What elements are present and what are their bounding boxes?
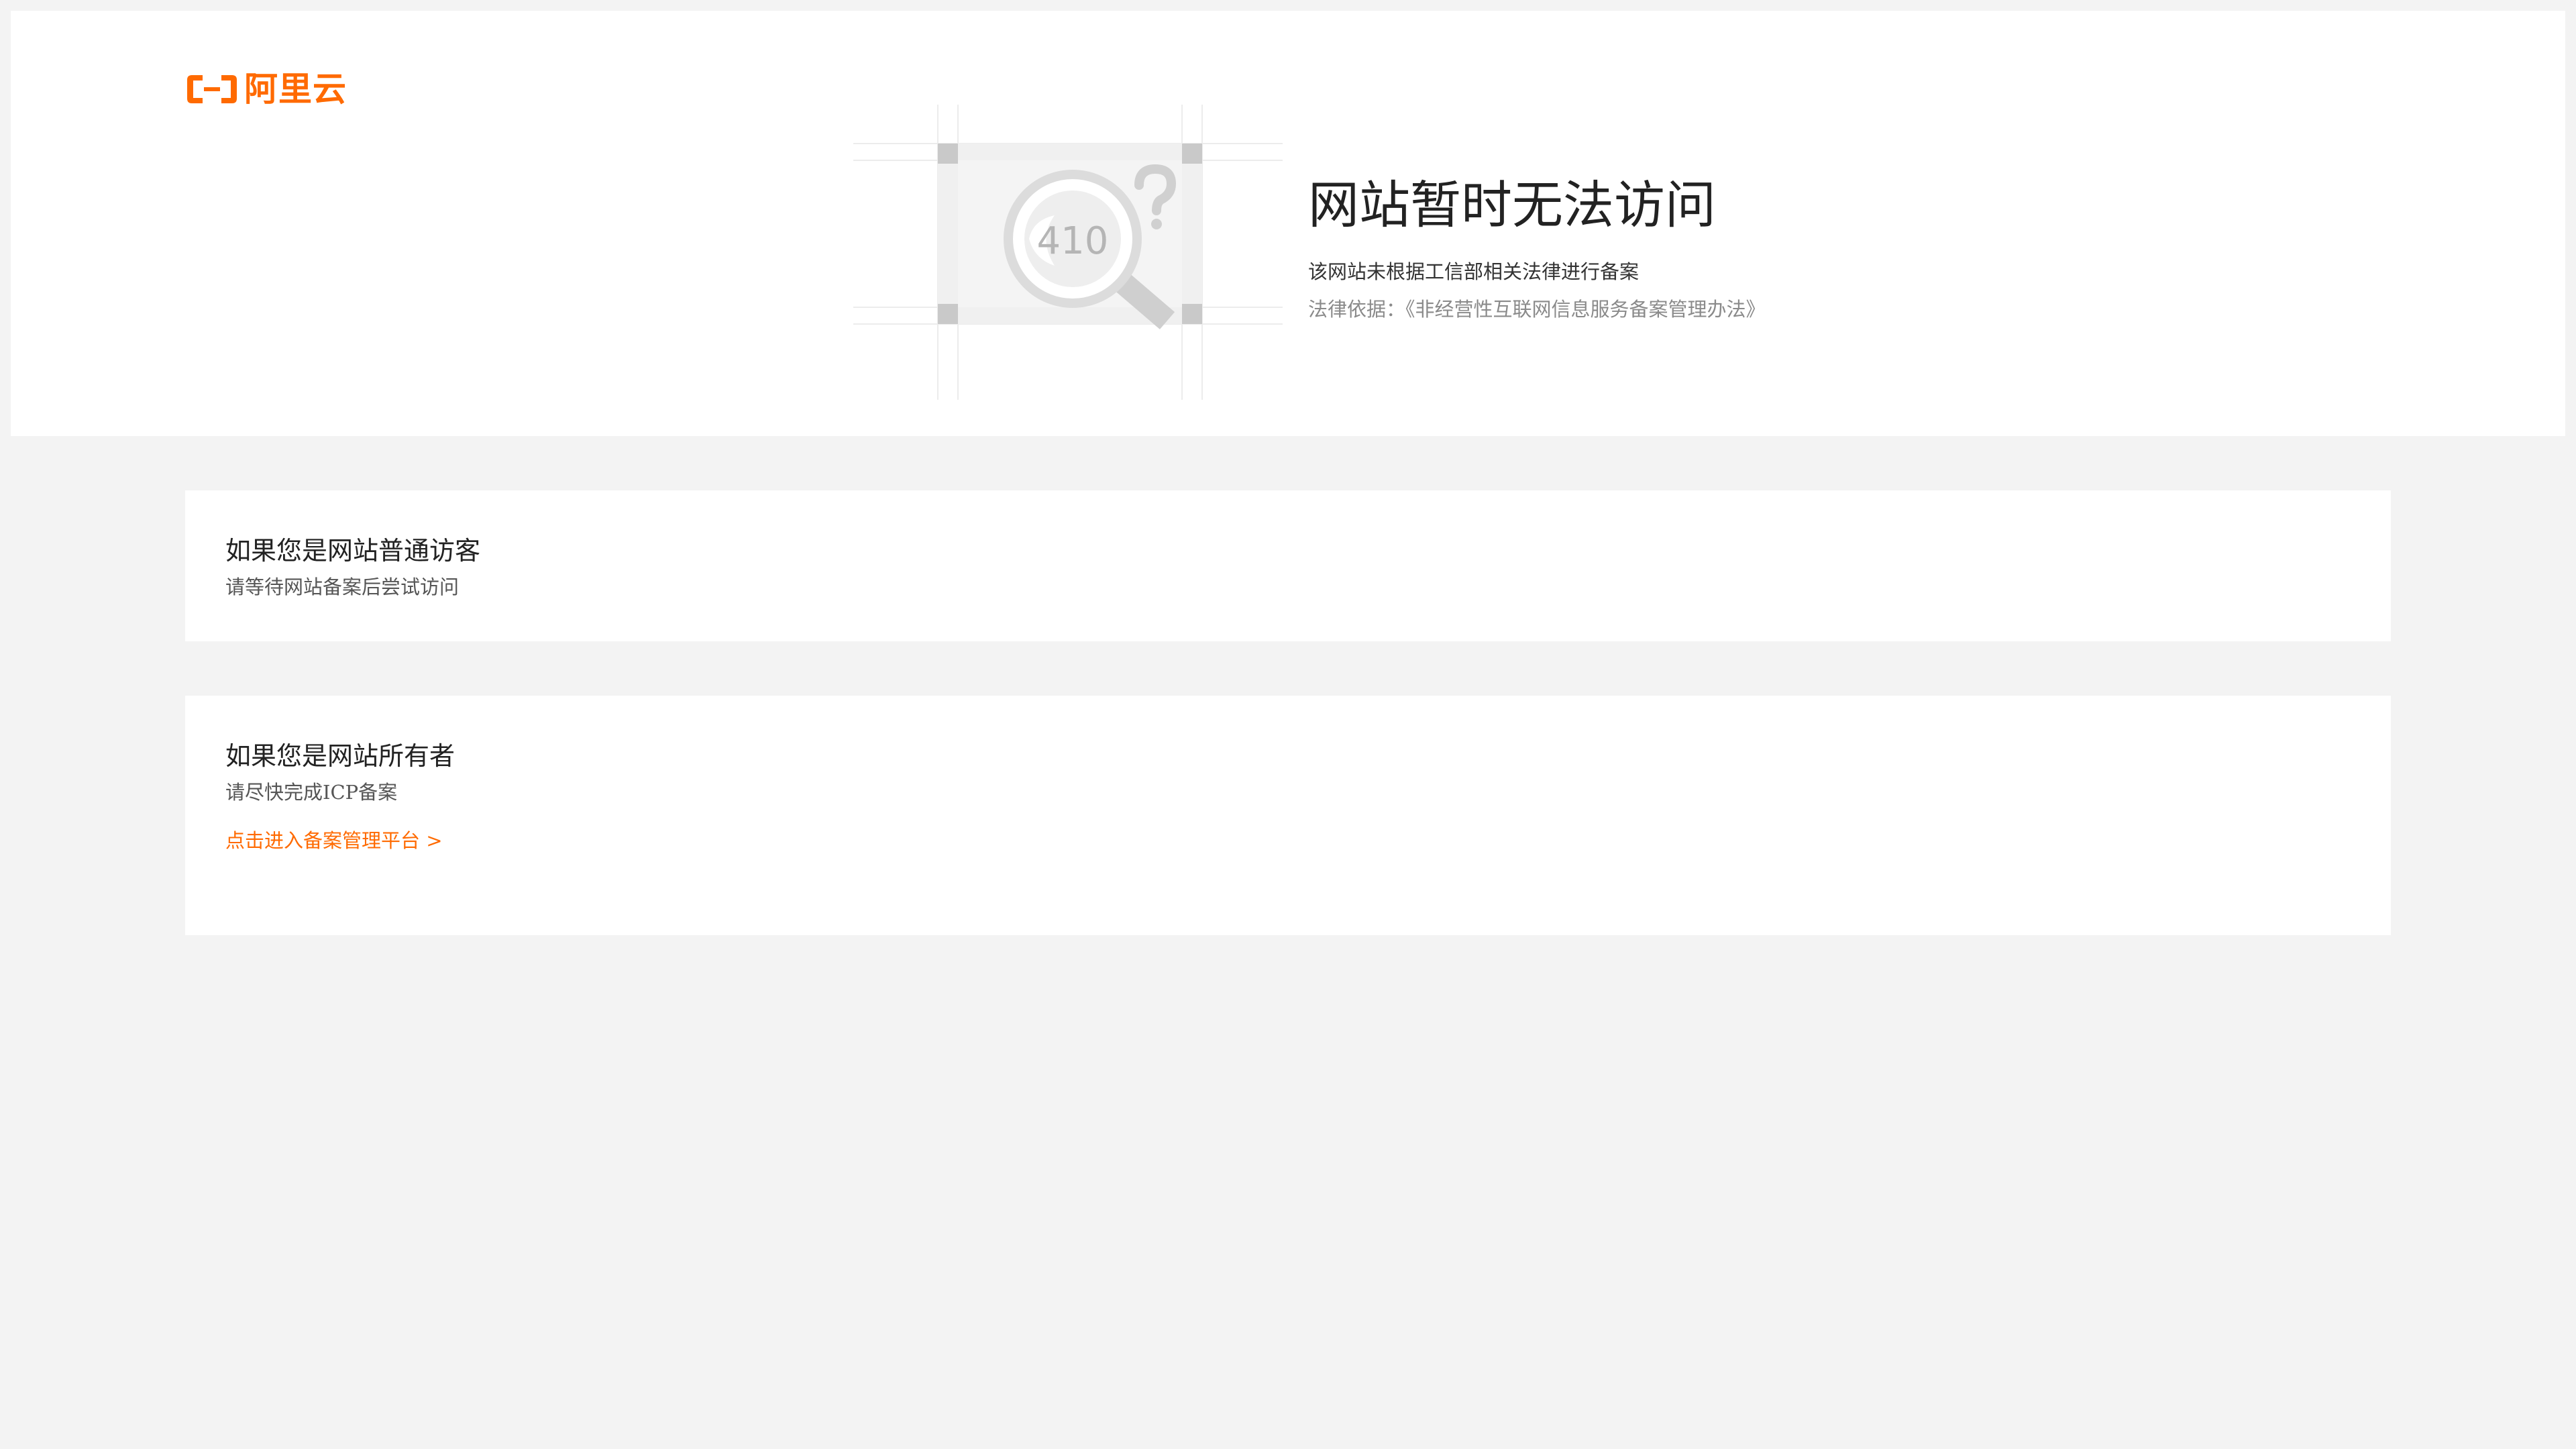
header-panel: 阿里云 410 网站暂时无法访问 该网站未根据工信部相关法律进行备案 法律依据：…: [11, 11, 2565, 436]
hero-text: 网站暂时无法访问 该网站未根据工信部相关法律进行备案 法律依据：《非经营性互联网…: [1308, 168, 1766, 324]
aliyun-logo[interactable]: 阿里云: [185, 62, 347, 116]
owner-card-description: 请尽快完成ICP备案: [225, 781, 398, 804]
visitor-card-title: 如果您是网站普通访客: [225, 536, 481, 566]
legal-basis: 法律依据：《非经营性互联网信息服务备案管理办法》: [1308, 298, 1766, 321]
magnifier-question-icon: 410: [853, 105, 1283, 400]
visitor-card: 如果您是网站普通访客 请等待网站备案后尝试访问: [185, 490, 2391, 641]
hero-description: 该网站未根据工信部相关法律进行备案: [1308, 260, 1640, 283]
icp-platform-link[interactable]: 点击进入备案管理平台 >: [225, 826, 443, 855]
page-title: 网站暂时无法访问: [1308, 175, 1716, 235]
visitor-card-description: 请等待网站备案后尝试访问: [225, 576, 460, 598]
aliyun-bracket-icon: [187, 75, 237, 103]
owner-card-title: 如果您是网站所有者: [225, 741, 455, 771]
owner-card: 如果您是网站所有者 请尽快完成ICP备案 点击进入备案管理平台 >: [185, 696, 2391, 935]
logo-text: 阿里云: [244, 70, 347, 109]
error-code: 410: [1037, 219, 1109, 263]
